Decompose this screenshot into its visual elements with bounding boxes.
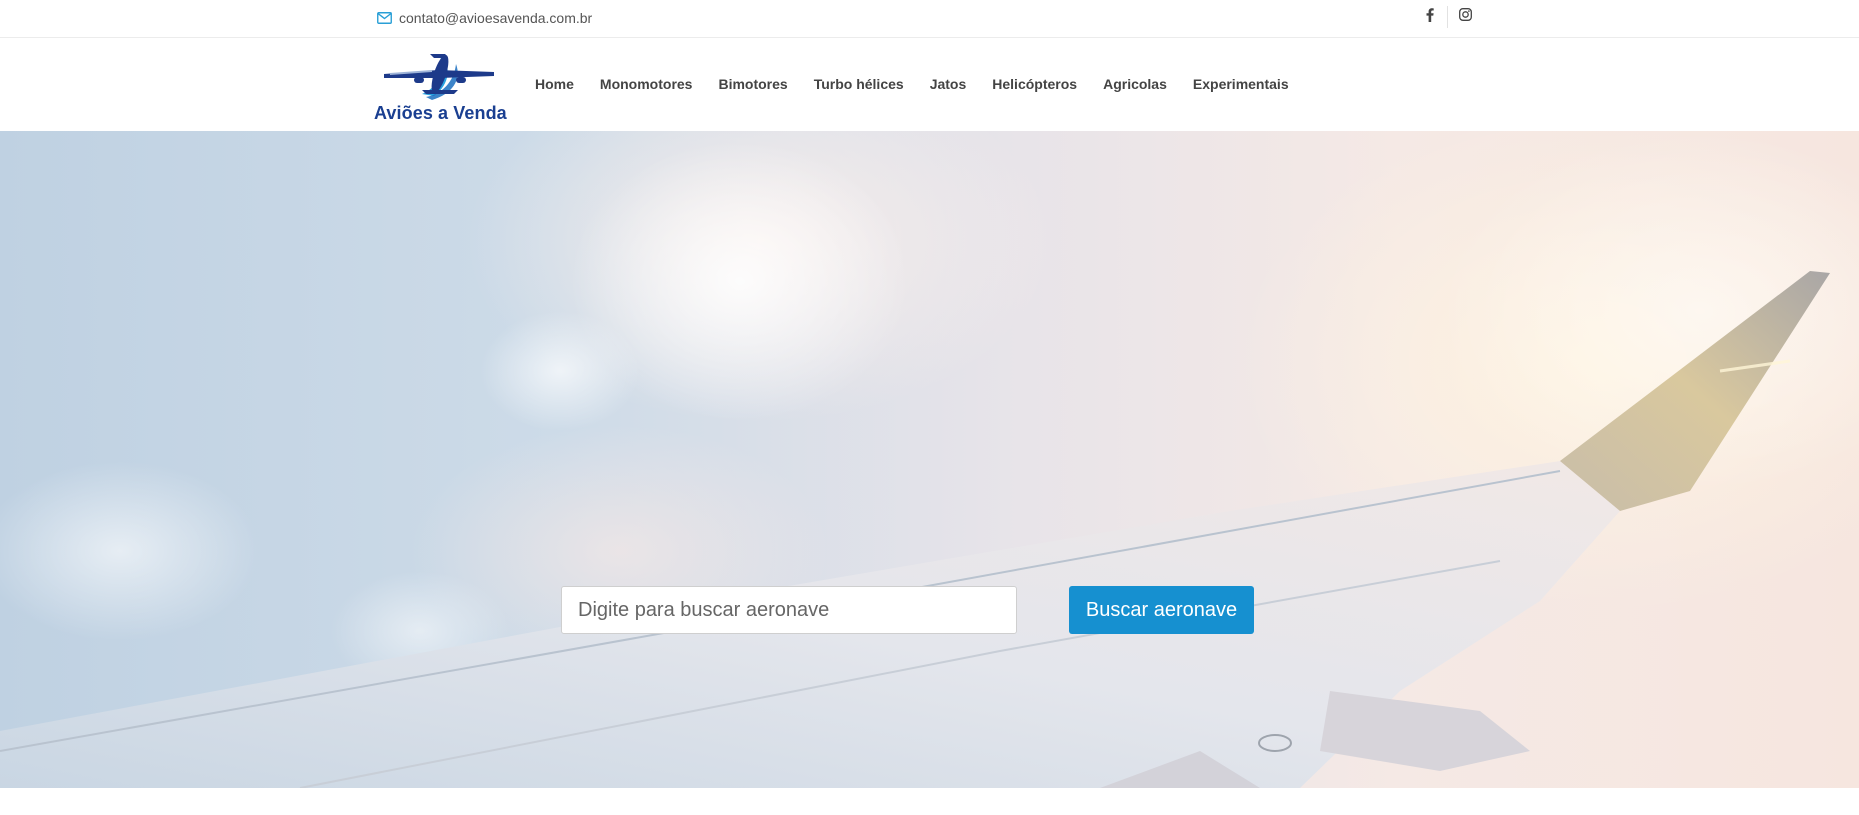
- top-bar: contato@avioesavenda.com.br: [0, 0, 1859, 38]
- nav-item-helicopteros[interactable]: Helicópteros: [979, 74, 1090, 94]
- site-header: Aviões a Venda Home Monomotores Bimotore…: [0, 38, 1859, 131]
- nav-item-home[interactable]: Home: [522, 74, 587, 94]
- nav-item-agricolas[interactable]: Agricolas: [1090, 74, 1180, 94]
- airplane-logo-icon: [384, 54, 494, 100]
- envelope-icon: [377, 12, 392, 24]
- social-links: [1413, 6, 1482, 28]
- nav-item-bimotores[interactable]: Bimotores: [705, 74, 800, 94]
- facebook-icon: [1426, 7, 1434, 27]
- main-nav: Home Monomotores Bimotores Turbo hélices…: [522, 74, 1302, 94]
- aircraft-search-input[interactable]: [561, 586, 1017, 634]
- instagram-icon: [1458, 8, 1472, 26]
- nav-item-turbo-helices[interactable]: Turbo hélices: [801, 74, 917, 94]
- hero-banner: Buscar aeronave: [0, 131, 1859, 788]
- nav-item-jatos[interactable]: Jatos: [917, 74, 980, 94]
- search-aircraft-button[interactable]: Buscar aeronave: [1069, 586, 1254, 634]
- nav-item-monomotores[interactable]: Monomotores: [587, 74, 706, 94]
- logo-text: Aviões a Venda: [374, 103, 507, 123]
- contact-email-text: contato@avioesavenda.com.br: [399, 10, 593, 26]
- facebook-link[interactable]: [1413, 6, 1447, 28]
- airplane-wing-background-image: [0, 131, 1859, 788]
- instagram-link[interactable]: [1448, 6, 1482, 28]
- contact-email-link[interactable]: contato@avioesavenda.com.br: [377, 9, 592, 27]
- site-logo[interactable]: Aviões a Venda: [372, 50, 510, 124]
- nav-item-experimentais[interactable]: Experimentais: [1180, 74, 1302, 94]
